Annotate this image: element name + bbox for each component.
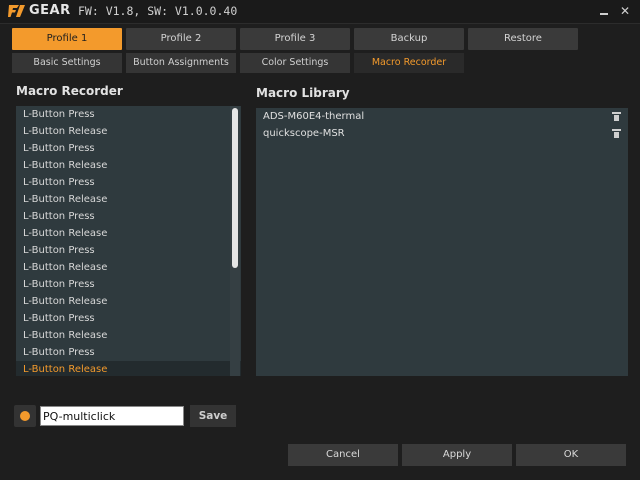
app-logo: GEAR	[8, 3, 71, 18]
brand-text: GEAR	[29, 3, 71, 18]
minimize-button[interactable]	[598, 3, 612, 19]
list-item[interactable]: L-Button Press	[16, 242, 241, 259]
macro-library-list[interactable]: ADS-M60E4-thermal quickscope-MSR	[256, 108, 628, 376]
list-item[interactable]: L-Button Release	[16, 123, 241, 140]
fnatic-logo-icon	[8, 4, 25, 17]
list-item[interactable]: L-Button Press	[16, 140, 241, 157]
list-item[interactable]: L-Button Press	[16, 344, 241, 361]
trash-icon[interactable]	[612, 129, 621, 138]
apply-button[interactable]: Apply	[402, 444, 512, 466]
cancel-button[interactable]: Cancel	[288, 444, 398, 466]
tab-profile-2[interactable]: Profile 2	[126, 28, 236, 50]
macro-library-title: Macro Library	[256, 86, 350, 100]
record-button[interactable]	[14, 405, 36, 427]
library-item-label: ADS-M60E4-thermal	[263, 111, 365, 122]
list-item[interactable]: L-Button Press	[16, 208, 241, 225]
restore-button[interactable]: Restore	[468, 28, 578, 50]
backup-button[interactable]: Backup	[354, 28, 464, 50]
scrollbar-thumb[interactable]	[232, 108, 238, 268]
list-item-selected[interactable]: L-Button Release	[16, 361, 241, 376]
ok-button[interactable]: OK	[516, 444, 626, 466]
list-item[interactable]: L-Button Release	[16, 259, 241, 276]
library-item[interactable]: ADS-M60E4-thermal	[256, 108, 628, 125]
firmware-version: FW: V1.8, SW: V1.0.0.40	[78, 4, 238, 18]
list-item[interactable]: L-Button Release	[16, 293, 241, 310]
tab-profile-3[interactable]: Profile 3	[240, 28, 350, 50]
close-button[interactable]: ✕	[618, 3, 632, 19]
list-item[interactable]: L-Button Release	[16, 225, 241, 242]
record-icon	[20, 411, 30, 421]
tab-button-assignments[interactable]: Button Assignments	[126, 53, 236, 73]
list-item[interactable]: L-Button Press	[16, 174, 241, 191]
list-item[interactable]: L-Button Release	[16, 157, 241, 174]
save-button[interactable]: Save	[190, 405, 236, 427]
library-item[interactable]: quickscope-MSR	[256, 125, 628, 142]
tab-basic-settings[interactable]: Basic Settings	[12, 53, 122, 73]
macro-recorder-title: Macro Recorder	[16, 84, 123, 98]
list-item[interactable]: L-Button Press	[16, 276, 241, 293]
tab-color-settings[interactable]: Color Settings	[240, 53, 350, 73]
list-item[interactable]: L-Button Release	[16, 191, 241, 208]
trash-icon[interactable]	[612, 112, 621, 121]
tab-profile-1[interactable]: Profile 1	[12, 28, 122, 50]
list-item[interactable]: L-Button Release	[16, 327, 241, 344]
list-item[interactable]: L-Button Press	[16, 106, 241, 123]
event-list-scrollbar[interactable]	[230, 106, 240, 376]
macro-name-input[interactable]	[40, 406, 184, 426]
library-item-label: quickscope-MSR	[263, 128, 345, 139]
macro-event-list[interactable]: L-Button Press L-Button Release L-Button…	[16, 106, 241, 376]
title-bar: GEAR FW: V1.8, SW: V1.0.0.40 ✕	[0, 0, 640, 24]
list-item[interactable]: L-Button Press	[16, 310, 241, 327]
tab-macro-recorder[interactable]: Macro Recorder	[354, 53, 464, 73]
